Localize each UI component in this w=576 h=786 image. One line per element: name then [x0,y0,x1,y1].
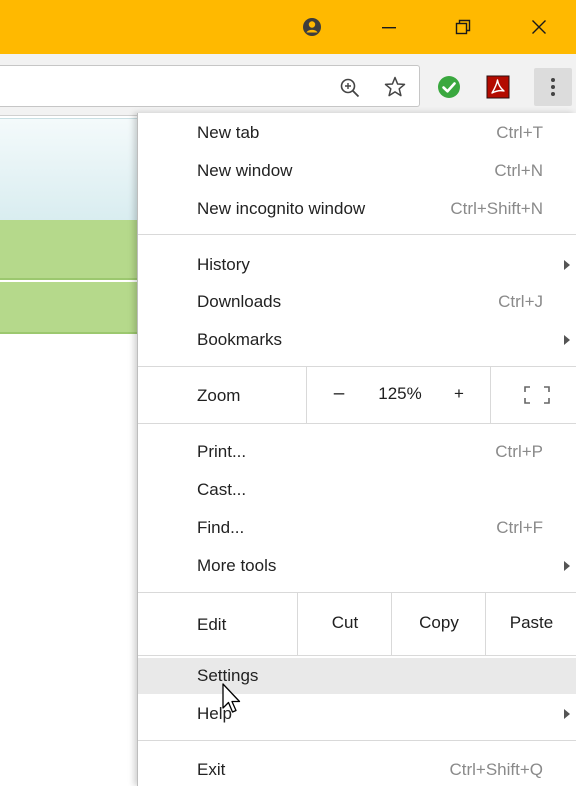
menu-item-more-tools[interactable]: More tools [138,548,576,584]
close-icon [532,20,546,34]
menu-item-settings[interactable]: Settings [138,658,576,694]
profile-icon [303,18,321,36]
menu-separator [138,655,576,656]
extension-check-icon [438,76,460,98]
menu-item-label: History [197,255,250,274]
menu-item-label: Bookmarks [197,330,283,349]
zoom-in-button[interactable]: + [448,384,470,404]
menu-item-new-incognito-window[interactable]: New incognito window Ctrl+Shift+N [138,191,576,227]
menu-item-label: Settings [197,666,259,685]
submenu-arrow-icon [564,335,570,345]
menu-item-shortcut: Ctrl+T [496,123,543,142]
web-page-content [0,116,140,786]
zoom-divider [490,367,491,423]
menu-separator [138,740,576,741]
menu-item-shortcut: Ctrl+N [494,161,543,180]
menu-item-history[interactable]: History [138,247,576,283]
paste-button[interactable]: Paste [486,613,576,633]
menu-item-find[interactable]: Find... Ctrl+F [138,510,576,546]
menu-item-downloads[interactable]: Downloads Ctrl+J [138,284,576,320]
zoom-level: 125% [378,384,422,403]
menu-item-shortcut: Ctrl+Shift+N [450,199,543,218]
copy-button[interactable]: Copy [392,613,486,633]
menu-dots-icon [551,78,555,96]
minimize-icon [382,27,396,29]
menu-item-shortcut: Ctrl+Shift+Q [449,760,543,779]
menu-item-label: More tools [197,556,277,575]
minimize-button[interactable] [366,0,412,54]
menu-item-shortcut: Ctrl+J [498,292,543,311]
zoom-indicator-button[interactable] [338,76,362,100]
chrome-menu: New tab Ctrl+T New window Ctrl+N New inc… [137,113,576,786]
bookmark-star-icon [384,76,406,97]
menu-item-print[interactable]: Print... Ctrl+P [138,434,576,470]
browser-toolbar [0,54,576,116]
submenu-arrow-icon [564,709,570,719]
chrome-menu-button[interactable] [534,68,572,106]
page-subnav-band [0,282,140,334]
menu-separator [138,423,576,424]
menu-item-label: New incognito window [197,199,366,218]
zoom-label: Zoom [197,386,241,405]
menu-item-label: Downloads [197,292,282,311]
title-bar [0,0,576,54]
menu-edit-row: Edit Cut Copy Paste [138,593,576,655]
menu-item-label: Cast... [197,480,247,499]
fullscreen-icon [524,386,550,404]
submenu-arrow-icon [564,260,570,270]
menu-item-shortcut: Ctrl+F [496,518,543,537]
pdf-extension-icon [486,75,510,99]
menu-item-shortcut: Ctrl+P [495,442,543,461]
menu-item-cast[interactable]: Cast... [138,472,576,508]
restore-button[interactable] [440,0,486,54]
zoom-divider [306,367,307,423]
menu-item-label: Exit [197,760,226,779]
zoom-icon [340,78,360,98]
menu-separator [138,234,576,235]
menu-item-new-tab[interactable]: New tab Ctrl+T [138,115,576,151]
submenu-arrow-icon [564,561,570,571]
page-nav-band [0,220,140,280]
menu-item-label: Help [197,704,232,723]
menu-item-label: Find... [197,518,245,537]
menu-item-label: New tab [197,123,260,142]
close-button[interactable] [516,0,562,54]
pdf-extension-button[interactable] [484,73,512,101]
menu-zoom-row: Zoom – 125% + [138,367,576,423]
bookmark-star-button[interactable] [382,74,408,100]
restore-icon [455,19,471,35]
menu-item-help[interactable]: Help [138,696,576,732]
cut-button[interactable]: Cut [298,613,392,633]
page-header-band [0,118,140,220]
extension-check-button[interactable] [435,73,463,101]
menu-item-label: New window [197,161,293,180]
zoom-out-button[interactable]: – [328,383,350,405]
menu-item-label: Print... [197,442,247,461]
edit-label: Edit [197,615,227,634]
fullscreen-button[interactable] [522,384,552,406]
profile-button[interactable] [294,0,330,54]
menu-item-bookmarks[interactable]: Bookmarks [138,322,576,358]
menu-item-new-window[interactable]: New window Ctrl+N [138,153,576,189]
menu-item-exit[interactable]: Exit Ctrl+Shift+Q [138,752,576,786]
